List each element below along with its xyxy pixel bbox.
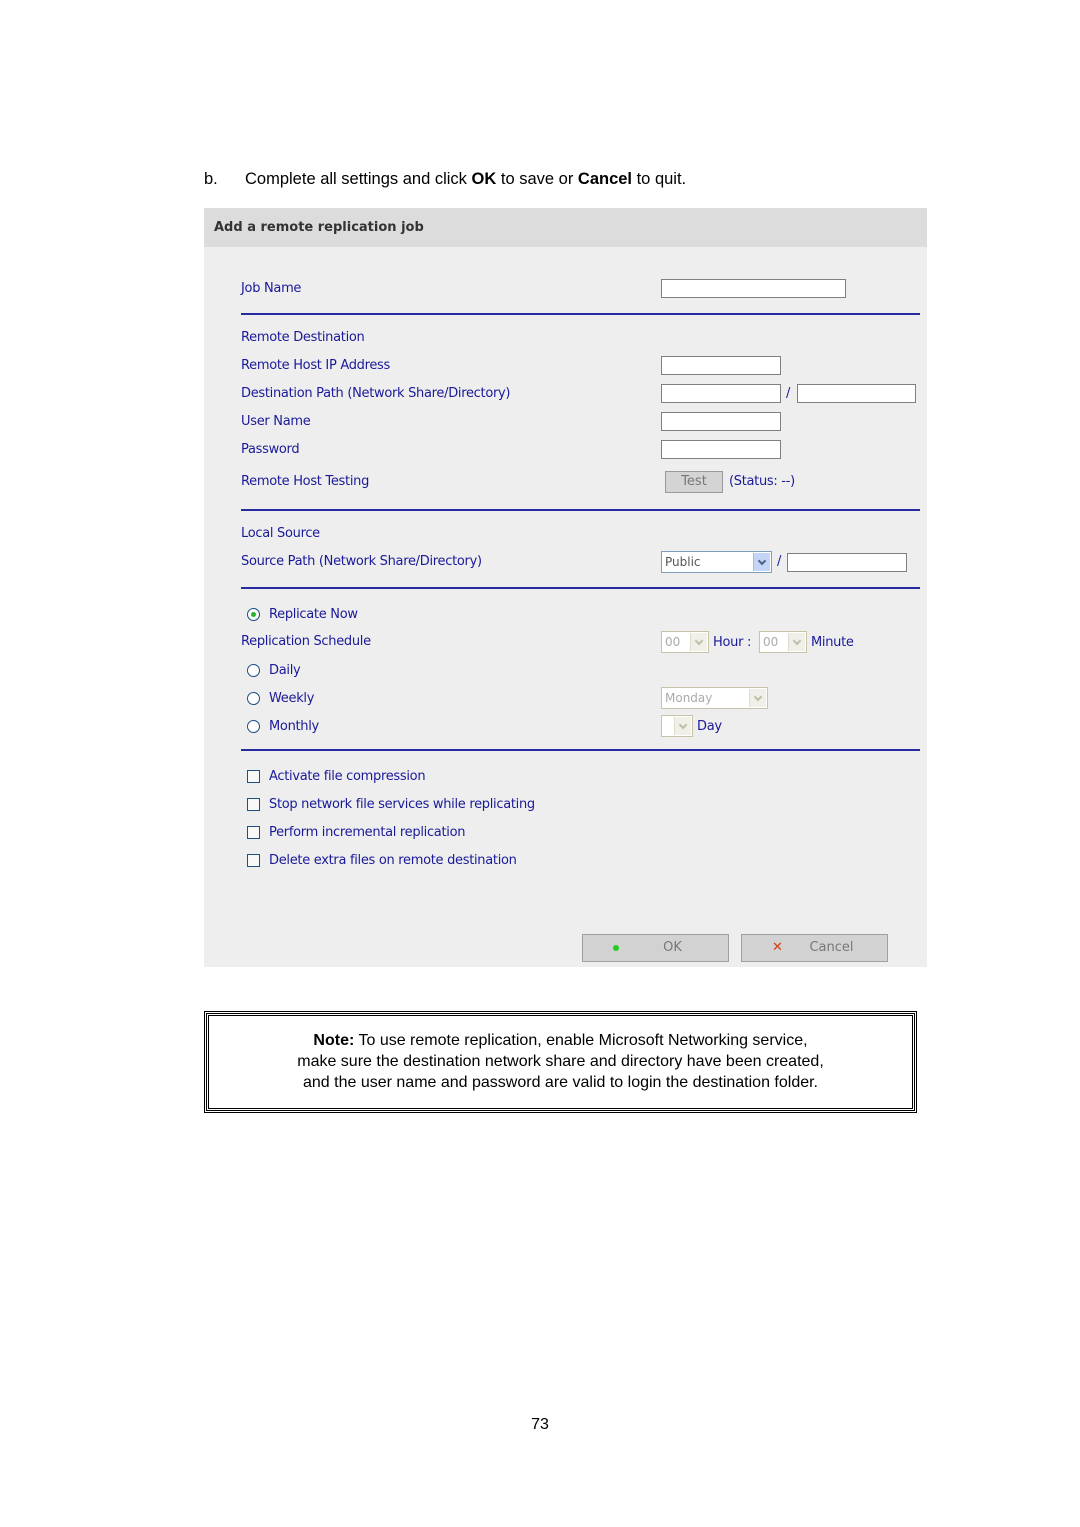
source-path-label: Source Path (Network Share/Directory) [241,554,482,569]
path-separator: / [777,554,782,569]
job-name-label: Job Name [241,281,302,296]
minute-select[interactable]: 00 [759,631,807,653]
incremental-replication-label: Perform incremental replication [269,825,466,840]
replication-schedule-label: Replication Schedule [241,634,371,649]
password-label: Password [241,442,300,457]
chevron-down-icon [674,717,691,735]
user-name-input[interactable] [661,412,781,431]
instruction-text: b. Complete all settings and click OK to … [204,170,687,188]
replication-job-panel: Add a remote replication job Job Name Re… [204,208,927,967]
delete-extra-files-checkbox[interactable] [247,854,260,867]
hour-label: Hour : [713,635,752,650]
note-box: Note: To use remote replication, enable … [204,1011,917,1113]
remote-host-ip-label: Remote Host IP Address [241,358,391,373]
section-divider [241,587,920,589]
weekday-select[interactable]: Monday [661,687,768,709]
incremental-replication-checkbox[interactable] [247,826,260,839]
stop-services-label: Stop network file services while replica… [269,797,535,812]
daily-label: Daily [269,663,301,678]
replicate-now-radio[interactable] [247,608,260,621]
monthly-label: Monthly [269,719,319,734]
weekly-label: Weekly [269,691,315,706]
path-separator: / [786,386,791,401]
user-name-label: User Name [241,414,311,429]
remote-destination-label: Remote Destination [241,330,365,345]
destination-share-input[interactable] [661,384,781,403]
file-compression-label: Activate file compression [269,769,426,784]
section-divider [241,749,920,751]
test-button[interactable]: Test [665,471,723,493]
remote-host-testing-label: Remote Host Testing [241,474,370,489]
panel-title: Add a remote replication job [204,208,927,247]
source-share-select[interactable]: Public [661,551,772,573]
minute-label: Minute [811,635,854,650]
section-divider [241,509,920,511]
section-divider [241,313,920,315]
note-text: Note: To use remote replication, enable … [297,1032,824,1091]
hour-select[interactable]: 00 [661,631,709,653]
source-directory-input[interactable] [787,553,907,572]
chevron-down-icon [788,633,805,651]
chevron-down-icon [749,689,766,707]
day-label: Day [697,719,722,734]
daily-radio[interactable] [247,664,260,677]
delete-extra-files-label: Delete extra files on remote destination [269,853,517,868]
replicate-now-label: Replicate Now [269,607,358,622]
password-input[interactable] [661,440,781,459]
weekly-radio[interactable] [247,692,260,705]
page-number: 73 [531,1416,549,1433]
local-source-label: Local Source [241,526,320,541]
remote-host-ip-input[interactable] [661,356,781,375]
job-name-input[interactable] [661,279,846,298]
destination-directory-input[interactable] [797,384,916,403]
cancel-button[interactable]: ✕ Cancel [741,934,888,962]
stop-services-checkbox[interactable] [247,798,260,811]
step-marker: b. [204,170,218,188]
chevron-down-icon [690,633,707,651]
chevron-down-icon [753,553,770,571]
file-compression-checkbox[interactable] [247,770,260,783]
month-day-select[interactable] [661,715,693,737]
destination-path-label: Destination Path (Network Share/Director… [241,386,511,401]
test-status-text: (Status: --) [729,474,795,489]
ok-button[interactable]: OK [582,934,729,962]
monthly-radio[interactable] [247,720,260,733]
